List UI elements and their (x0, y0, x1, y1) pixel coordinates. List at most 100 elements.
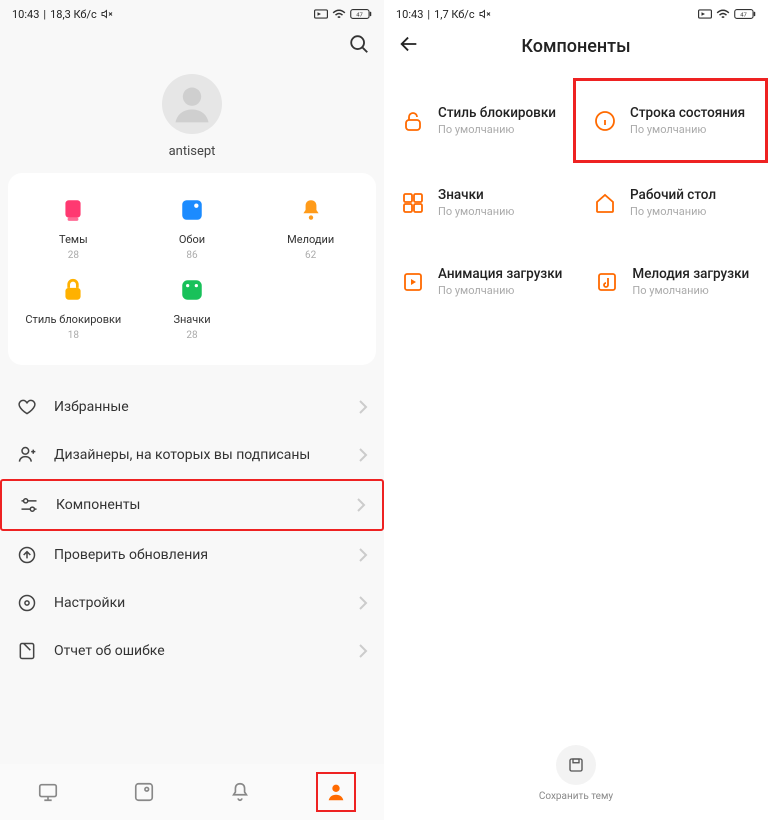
grid-count: 86 (186, 250, 197, 261)
lock-outline-icon (401, 109, 425, 133)
themes-icon (60, 197, 86, 223)
nav-tab-ringtone[interactable] (220, 772, 260, 812)
component-bootsound[interactable]: Мелодия загрузки По умолчанию (578, 242, 768, 321)
page-title: Компоненты (384, 36, 768, 57)
component-label: Мелодия загрузки (632, 266, 749, 282)
chevron-right-icon (356, 498, 366, 512)
component-label: Стиль блокировки (438, 105, 556, 121)
menu-item-favorites[interactable]: Избранные (0, 383, 384, 431)
username: antisept (169, 144, 216, 159)
status-bar: 10:43 | 18,3 Кб/с 47 (0, 0, 384, 24)
lock-icon (60, 277, 86, 303)
grid-item-icons[interactable]: Значки 28 (133, 271, 252, 351)
save-button[interactable] (556, 745, 596, 785)
grid-count: 28 (68, 250, 79, 261)
back-arrow-icon (398, 33, 420, 55)
menu-item-bugreport[interactable]: Отчет об ошибке (0, 627, 384, 675)
grid-item-ringtone[interactable]: Мелодии 62 (251, 191, 370, 271)
menu-item-settings[interactable]: Настройки (0, 579, 384, 627)
image-icon (133, 781, 155, 803)
status-time: 10:43 (12, 8, 39, 21)
menu-item-updates[interactable]: Проверить обновления (0, 531, 384, 579)
component-bootanim[interactable]: Анимация загрузки По умолчанию (384, 242, 578, 321)
nav-tab-home[interactable] (28, 772, 68, 812)
component-sub: По умолчанию (630, 123, 745, 136)
nav-tab-profile[interactable] (316, 772, 356, 812)
component-icons[interactable]: Значки По умолчанию (384, 163, 576, 242)
mute-icon (101, 8, 113, 20)
menu-label: Настройки (54, 595, 342, 611)
display-icon (37, 781, 59, 803)
animation-outline-icon (401, 270, 425, 294)
grid-count: 28 (186, 330, 197, 341)
ringtone-icon (298, 197, 324, 223)
grid-label: Значки (173, 313, 210, 326)
component-label: Значки (438, 187, 514, 203)
menu-item-components[interactable]: Компоненты (0, 479, 384, 531)
avatar-placeholder-icon (170, 82, 214, 126)
battery-icon: 47 (350, 8, 372, 20)
component-label: Анимация загрузки (438, 266, 562, 282)
component-lockstyle[interactable]: Стиль блокировки По умолчанию (384, 78, 573, 163)
search-button[interactable] (348, 33, 370, 59)
save-label: Сохранить тему (539, 791, 613, 802)
chevron-right-icon (358, 644, 368, 658)
menu-label: Дизайнеры, на которых вы подписаны (54, 447, 342, 463)
svg-text:47: 47 (740, 13, 747, 19)
status-speed: 1,7 Кб/с (434, 8, 475, 21)
search-icon (348, 33, 370, 55)
bell-icon (229, 781, 251, 803)
my-items-grid: Темы 28 Обои 86 Мелодии 62 Стиль блокиро… (8, 173, 376, 365)
grid-item-themes[interactable]: Темы 28 (14, 191, 133, 271)
component-sub: По умолчанию (630, 205, 716, 218)
chevron-right-icon (358, 400, 368, 414)
grid-label: Стиль блокировки (25, 313, 121, 326)
header-right: Компоненты (384, 24, 768, 68)
sliders-icon (19, 495, 39, 515)
report-icon (17, 641, 37, 661)
component-sub: По умолчанию (632, 284, 749, 297)
wifi-icon (716, 8, 730, 20)
menu-item-designers[interactable]: Дизайнеры, на которых вы подписаны (0, 431, 384, 479)
save-area: Сохранить тему (384, 745, 768, 802)
cast-icon (314, 9, 328, 19)
gear-icon (17, 593, 37, 613)
grid-item-wallpaper[interactable]: Обои 86 (133, 191, 252, 271)
bottom-nav (0, 764, 384, 820)
component-label: Строка состояния (630, 105, 745, 121)
grid-label: Обои (179, 233, 205, 246)
avatar[interactable] (162, 74, 222, 134)
chevron-right-icon (358, 596, 368, 610)
component-sub: По умолчанию (438, 205, 514, 218)
status-bar: 10:43 | 1,7 Кб/с 47 (384, 0, 768, 24)
status-right: 47 (698, 8, 756, 20)
status-speed: 18,3 Кб/с (50, 8, 97, 21)
profile-area: antisept (0, 68, 384, 173)
profile-icon (325, 781, 347, 803)
component-sub: По умолчанию (438, 284, 562, 297)
mute-icon (479, 8, 491, 20)
status-right: 47 (314, 8, 372, 20)
save-icon (567, 756, 585, 774)
info-outline-icon (593, 109, 617, 133)
chevron-right-icon (358, 448, 368, 462)
phone-left: 10:43 | 18,3 Кб/с 47 antisept Темы 28 (0, 0, 384, 820)
chevron-right-icon (358, 548, 368, 562)
note-outline-icon (595, 270, 619, 294)
status-time: 10:43 (396, 8, 423, 21)
component-sub: По умолчанию (438, 123, 556, 136)
back-button[interactable] (398, 33, 420, 59)
status-left: 10:43 | 18,3 Кб/с (12, 8, 113, 21)
status-left: 10:43 | 1,7 Кб/с (396, 8, 491, 21)
nav-tab-wallpaper[interactable] (124, 772, 164, 812)
wallpaper-icon (179, 197, 205, 223)
grid-item-lockstyle[interactable]: Стиль блокировки 18 (14, 271, 133, 351)
phone-right: 10:43 | 1,7 Кб/с 47 Компоненты Стиль бло… (384, 0, 768, 820)
component-label: Рабочий стол (630, 187, 716, 203)
grid-count: 18 (68, 330, 79, 341)
component-homescreen[interactable]: Рабочий стол По умолчанию (576, 163, 768, 242)
wifi-icon (332, 8, 346, 20)
component-statusbar[interactable]: Строка состояния По умолчанию (573, 78, 768, 163)
cast-icon (698, 9, 712, 19)
grid-count: 62 (305, 250, 316, 261)
